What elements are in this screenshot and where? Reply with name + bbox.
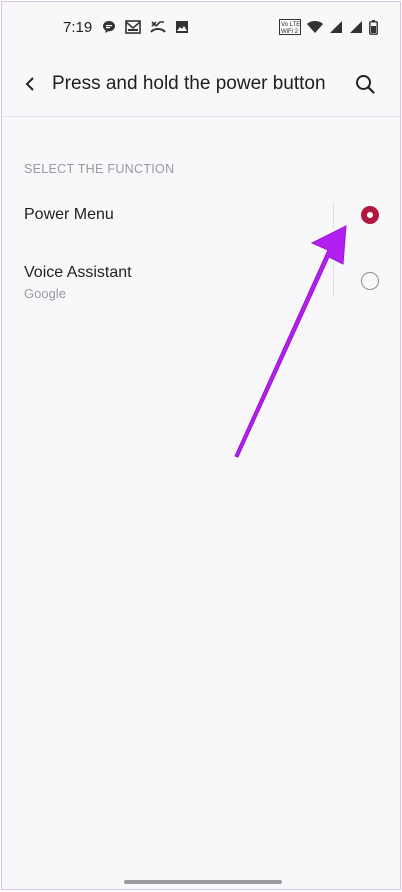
back-button[interactable] <box>16 72 44 100</box>
radio-power-menu[interactable] <box>361 206 379 224</box>
volte-icon: Vo LTE WiFi 2 <box>279 19 301 40</box>
svg-text:Vo LTE: Vo LTE <box>281 22 300 28</box>
home-indicator[interactable] <box>124 880 282 884</box>
system-icons: Vo LTE WiFi 2 <box>279 19 378 40</box>
signal-icon-2 <box>349 20 363 39</box>
gallery-icon <box>125 20 141 39</box>
radio-voice-assistant[interactable] <box>361 272 379 290</box>
missed-call-icon <box>150 20 166 39</box>
option-label: Power Menu <box>24 206 114 223</box>
annotation-arrow <box>234 225 347 458</box>
page-title: Press and hold the power button <box>52 73 326 94</box>
battery-icon <box>369 19 378 40</box>
settings-screen: 7:19 Vo LTE WiFi 2 Press and hold the po… <box>1 1 401 890</box>
row-divider <box>333 202 334 228</box>
image-icon <box>175 20 189 39</box>
chat-bubble-icon <box>102 20 116 39</box>
row-divider <box>333 262 334 296</box>
svg-text:WiFi 2: WiFi 2 <box>281 29 299 35</box>
option-subtitle: Google <box>24 286 66 301</box>
search-button[interactable] <box>350 71 380 101</box>
signal-icon <box>329 20 343 39</box>
chevron-left-icon <box>24 76 36 97</box>
option-voice-assistant[interactable]: Voice Assistant Google <box>2 252 400 312</box>
wifi-icon <box>307 20 323 39</box>
option-label: Voice Assistant <box>24 264 132 281</box>
status-bar: 7:19 Vo LTE WiFi 2 <box>2 2 400 52</box>
notification-icons <box>102 20 189 39</box>
status-time: 7:19 <box>63 19 93 36</box>
section-header: SELECT THE FUNCTION <box>24 162 175 176</box>
app-bar: Press and hold the power button <box>2 52 400 117</box>
search-icon <box>355 74 375 99</box>
option-power-menu[interactable]: Power Menu <box>2 190 400 240</box>
